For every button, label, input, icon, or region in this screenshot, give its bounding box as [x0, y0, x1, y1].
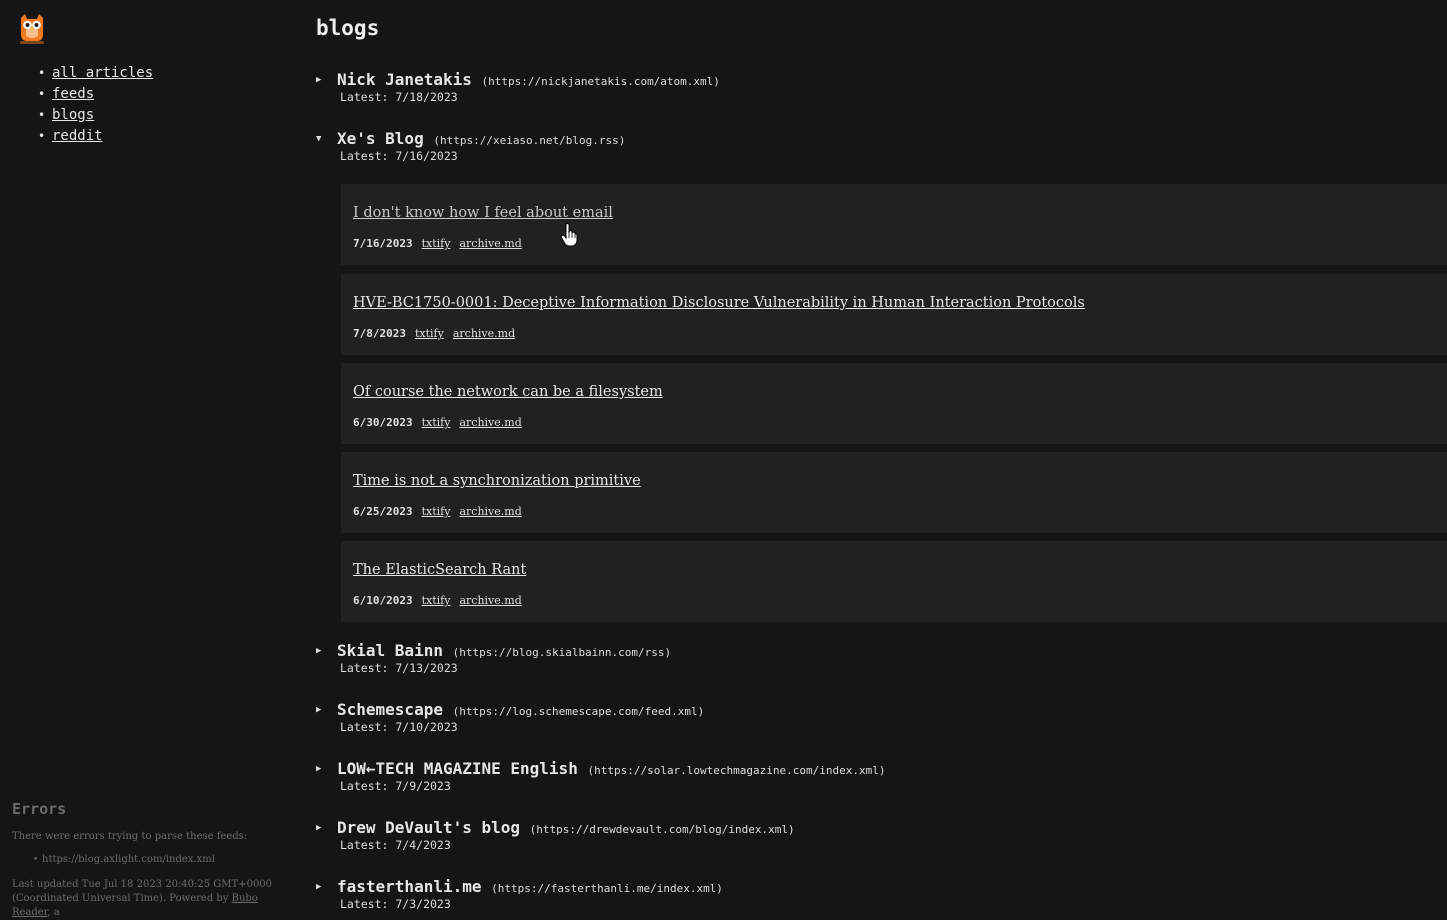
feed-latest-date: Latest: 7/16/2023 — [340, 149, 458, 163]
article-title-link[interactable]: The ElasticSearch Rant — [353, 560, 526, 580]
feed-name: fasterthanli.me — [337, 877, 482, 896]
article-date: 6/30/2023 — [353, 416, 413, 429]
archive-link[interactable]: archive.md — [459, 237, 521, 250]
feed-name: Drew DeVault's blog — [337, 818, 521, 837]
nav-link-all-articles[interactable]: all articles — [52, 65, 153, 81]
feed-item: ▶ Nick Janetakis (https://nickjanetakis.… — [316, 69, 1447, 104]
feed-latest-date: Latest: 7/3/2023 — [340, 897, 451, 911]
triangle-right-icon[interactable]: ▶ — [316, 881, 321, 893]
article-card: Time is not a synchronization primitive … — [341, 452, 1447, 533]
feed-name: Xe's Blog — [337, 129, 424, 148]
triangle-right-icon[interactable]: ▶ — [316, 763, 321, 775]
article-date: 6/25/2023 — [353, 505, 413, 518]
article-card: The ElasticSearch Rant 6/10/2023 txtify ar… — [341, 541, 1447, 622]
article-meta: 6/25/2023 txtify archive.md — [353, 504, 522, 520]
article-card: Of course the network can be a filesyste… — [341, 363, 1447, 444]
triangle-right-icon[interactable]: ▶ — [316, 645, 321, 657]
txtify-link[interactable]: txtify — [422, 594, 451, 607]
feed-item: ▶ Drew DeVault's blog (https://drewdevau… — [316, 817, 1447, 852]
triangle-right-icon[interactable]: ▶ — [316, 74, 321, 86]
txtify-link[interactable]: txtify — [422, 505, 451, 518]
errors-message: There were errors trying to parse these … — [12, 831, 248, 842]
article-meta: 7/8/2023 txtify archive.md — [353, 326, 515, 342]
feed-latest-date: Latest: 7/13/2023 — [340, 661, 458, 675]
nav-link-reddit[interactable]: reddit — [52, 128, 103, 144]
feed-summary[interactable]: ▶ Nick Janetakis (https://nickjanetakis.… — [316, 69, 1447, 91]
archive-link[interactable]: archive.md — [459, 416, 521, 429]
txtify-link[interactable]: txtify — [422, 237, 451, 250]
hand-pointer-icon — [560, 223, 578, 247]
triangle-right-icon[interactable]: ▶ — [316, 704, 321, 716]
article-title-link[interactable]: I don't know how I feel about email — [353, 203, 613, 223]
feed-latest-date: Latest: 7/4/2023 — [340, 838, 451, 852]
article-title-link[interactable]: Of course the network can be a filesyste… — [353, 382, 663, 402]
errors-heading: Errors — [12, 800, 67, 818]
article-date: 6/10/2023 — [353, 594, 413, 607]
feed-summary[interactable]: ▼ Xe's Blog (https://xeiaso.net/blog.rss… — [316, 128, 1447, 150]
article-card: I don't know how I feel about email 7/16… — [341, 184, 1447, 265]
nav-item-feeds: feeds — [38, 84, 153, 105]
feed-summary[interactable]: ▶ Skial Bainn (https://blog.skialbainn.c… — [316, 640, 1447, 662]
article-meta: 7/16/2023 txtify archive.md — [353, 236, 522, 252]
feed-url: (https://blog.skialbainn.com/rss) — [452, 646, 672, 659]
feed-name: Schemescape — [337, 700, 443, 719]
feed-name: Nick Janetakis — [337, 70, 472, 89]
sidebar: all articles feeds blogs reddit Errors T… — [0, 0, 300, 918]
article-card: HVE-BC1750-0001: Deceptive Information D… — [341, 274, 1447, 355]
nav-link-feeds[interactable]: feeds — [52, 86, 94, 102]
article-title-link[interactable]: HVE-BC1750-0001: Deceptive Information D… — [353, 293, 1085, 313]
sidebar-nav: all articles feeds blogs reddit — [38, 63, 153, 147]
feed-summary[interactable]: ▶ Schemescape (https://log.schemescape.c… — [316, 699, 1447, 721]
page-title: blogs — [316, 16, 380, 40]
errors-list: https://blog.axlight.com/index.xml — [12, 853, 302, 867]
errors-section: Errors There were errors trying to parse… — [12, 798, 302, 920]
feed-latest-date: Latest: 7/18/2023 — [340, 90, 458, 104]
txtify-link[interactable]: txtify — [422, 416, 451, 429]
feed-url: (https://solar.lowtechmagazine.com/index… — [587, 764, 886, 777]
owl-logo-icon[interactable] — [17, 13, 47, 45]
feed-url: (https://xeiaso.net/blog.rss) — [433, 134, 626, 147]
article-date: 7/16/2023 — [353, 237, 413, 250]
article-meta: 6/30/2023 txtify archive.md — [353, 415, 522, 431]
feed-item-expanded: ▼ Xe's Blog (https://xeiaso.net/blog.rss… — [316, 128, 1447, 163]
feed-latest-date: Latest: 7/9/2023 — [340, 779, 451, 793]
archive-link[interactable]: archive.md — [459, 505, 521, 518]
triangle-down-icon[interactable]: ▼ — [316, 133, 321, 145]
feed-item: ▶ Skial Bainn (https://blog.skialbainn.c… — [316, 640, 1447, 675]
archive-link[interactable]: archive.md — [453, 327, 515, 340]
article-title-link[interactable]: Time is not a synchronization primitive — [353, 471, 641, 491]
archive-link[interactable]: archive.md — [459, 594, 521, 607]
feed-name: LOW←TECH MAGAZINE English — [337, 759, 578, 778]
txtify-link[interactable]: txtify — [415, 327, 444, 340]
feed-item: ▶ fasterthanli.me (https://fasterthanli.… — [316, 876, 1447, 911]
nav-item-reddit: reddit — [38, 126, 153, 147]
error-feed-item: https://blog.axlight.com/index.xml — [33, 853, 302, 867]
feed-summary[interactable]: ▶ Drew DeVault's blog (https://drewdevau… — [316, 817, 1447, 839]
feed-summary[interactable]: ▶ LOW←TECH MAGAZINE English (https://sol… — [316, 758, 1447, 780]
feed-latest-date: Latest: 7/10/2023 — [340, 720, 458, 734]
triangle-right-icon[interactable]: ▶ — [316, 822, 321, 834]
feed-name: Skial Bainn — [337, 641, 443, 660]
feed-url: (https://nickjanetakis.com/atom.xml) — [481, 75, 720, 88]
article-meta: 6/10/2023 txtify archive.md — [353, 593, 522, 609]
nav-item-all-articles: all articles — [38, 63, 153, 84]
feed-item: ▶ Schemescape (https://log.schemescape.c… — [316, 699, 1447, 734]
last-updated-footer: Last updated Tue Jul 18 2023 20:40:25 GM… — [12, 878, 292, 920]
feed-url: (https://drewdevault.com/blog/index.xml) — [529, 823, 795, 836]
feed-item: ▶ LOW←TECH MAGAZINE English (https://sol… — [316, 758, 1447, 793]
article-date: 7/8/2023 — [353, 327, 406, 340]
nav-item-blogs: blogs — [38, 105, 153, 126]
feed-url: (https://log.schemescape.com/feed.xml) — [452, 705, 705, 718]
feed-url: (https://fasterthanli.me/index.xml) — [491, 882, 723, 895]
nav-link-blogs[interactable]: blogs — [52, 107, 94, 123]
feed-summary[interactable]: ▶ fasterthanli.me (https://fasterthanli.… — [316, 876, 1447, 898]
